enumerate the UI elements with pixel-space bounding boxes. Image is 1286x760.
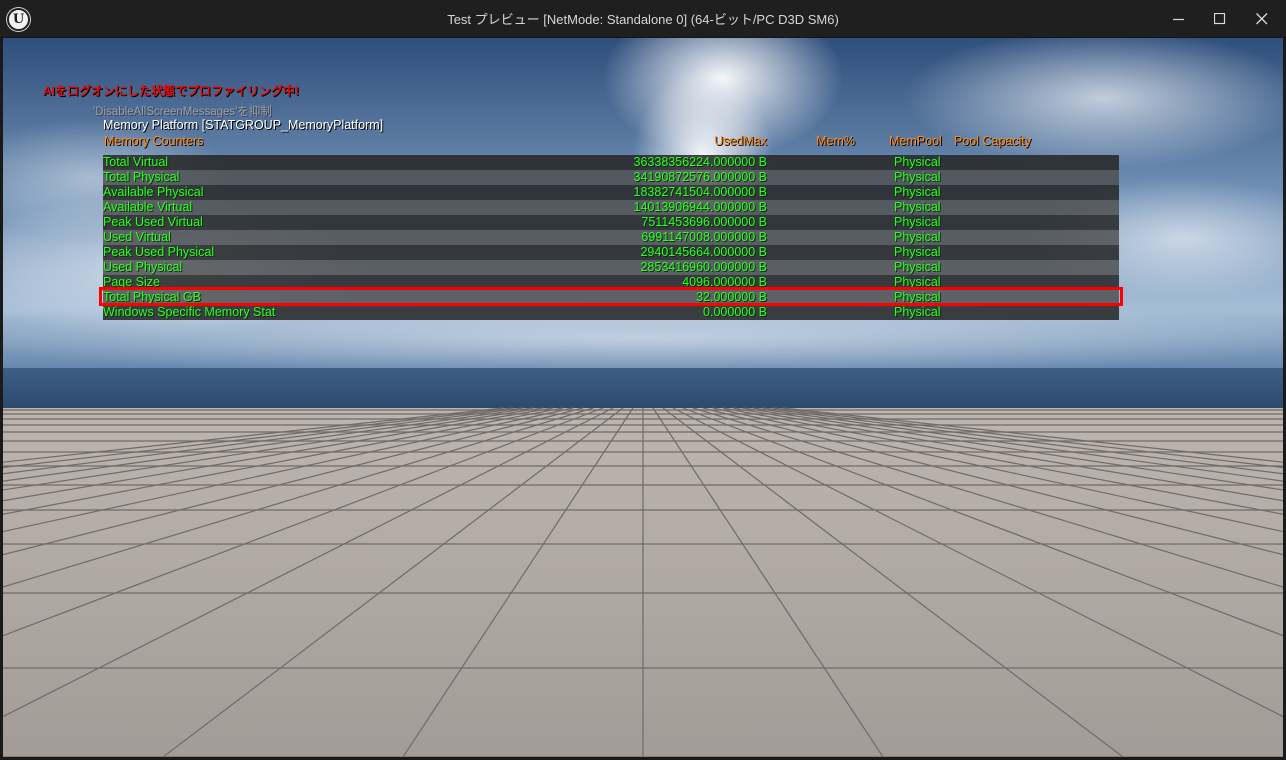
suppressed-messages-note: 'DisableAllScreenMessages'を抑制 — [93, 106, 272, 118]
table-row: Total Virtual 36338356224.000000 B Physi… — [103, 155, 1119, 170]
table-row: Available Virtual 14013906944.000000 B P… — [103, 200, 1119, 215]
header-mem-percent: Mem% — [816, 134, 855, 148]
table-row: Total Physical 34190872576.000000 B Phys… — [103, 170, 1119, 185]
table-row: Windows Specific Memory Stat 0.000000 B … — [103, 305, 1119, 320]
counter-mem-pool: Physical — [894, 200, 941, 214]
counter-name: Total Physical — [103, 170, 180, 184]
counter-mem-pool: Physical — [894, 215, 941, 229]
header-memory-counters: Memory Counters — [104, 134, 204, 148]
counter-used-max: 14013906944.000000 B — [633, 200, 767, 214]
highlight-box — [99, 287, 1123, 306]
counter-name: Used Physical — [103, 260, 183, 274]
counter-mem-pool: Physical — [894, 260, 941, 274]
counter-name: Windows Specific Memory Stat — [103, 305, 276, 319]
table-row: Peak Used Physical 2940145664.000000 B P… — [103, 245, 1119, 260]
minimize-button[interactable] — [1158, 0, 1200, 38]
counter-used-max: 0.000000 B — [703, 305, 767, 319]
counter-used-max: 36338356224.000000 B — [633, 155, 767, 169]
title-bar: U Test プレビュー [NetMode: Standalone 0] (64… — [0, 0, 1286, 38]
counter-mem-pool: Physical — [894, 185, 941, 199]
counter-used-max: 18382741504.000000 B — [633, 185, 767, 199]
profiling-warning: AIをログオンにした状態でプロファイリング中! — [43, 84, 299, 98]
table-row: Used Physical 2853416960.000000 B Physic… — [103, 260, 1119, 275]
window-title: Test プレビュー [NetMode: Standalone 0] (64-ビ… — [447, 12, 839, 27]
counter-name: Available Physical — [103, 185, 204, 199]
counter-mem-pool: Physical — [894, 305, 941, 319]
counter-name: Peak Used Virtual — [103, 215, 203, 229]
counter-used-max: 6991147008.000000 B — [641, 230, 767, 244]
close-button[interactable] — [1241, 0, 1283, 38]
close-icon — [1256, 13, 1268, 25]
counter-mem-pool: Physical — [894, 245, 941, 259]
table-row: Peak Used Virtual 7511453696.000000 B Ph… — [103, 215, 1119, 230]
counter-mem-pool: Physical — [894, 170, 941, 184]
maximize-icon — [1214, 13, 1226, 25]
minimize-icon — [1173, 18, 1184, 21]
header-mem-pool: MemPool — [889, 134, 942, 148]
counter-mem-pool: Physical — [894, 230, 941, 244]
counter-name: Available Virtual — [103, 200, 193, 214]
table-row: Available Physical 18382741504.000000 B … — [103, 185, 1119, 200]
game-viewport[interactable]: AIをログオンにした状態でプロファイリング中! 'DisableAllScree… — [3, 38, 1283, 757]
stat-group-title: Memory Platform [STATGROUP_MemoryPlatfor… — [103, 118, 384, 132]
stats-overlay: AIをログオンにした状態でプロファイリング中! 'DisableAllScree… — [3, 38, 1283, 757]
counter-used-max: 7511453696.000000 B — [641, 215, 767, 229]
counter-used-max: 2853416960.000000 B — [640, 260, 767, 274]
header-pool-capacity: Pool Capacity — [954, 134, 1032, 148]
counter-used-max: 34190872576.000000 B — [633, 170, 767, 184]
counter-name: Used Virtual — [103, 230, 171, 244]
counter-mem-pool: Physical — [894, 155, 941, 169]
table-row: Used Virtual 6991147008.000000 B Physica… — [103, 230, 1119, 245]
maximize-button[interactable] — [1199, 0, 1241, 38]
header-used-max: UsedMax — [714, 134, 767, 148]
counter-used-max: 2940145664.000000 B — [640, 245, 767, 259]
counter-name: Peak Used Physical — [103, 245, 215, 259]
counter-name: Total Virtual — [103, 155, 169, 169]
